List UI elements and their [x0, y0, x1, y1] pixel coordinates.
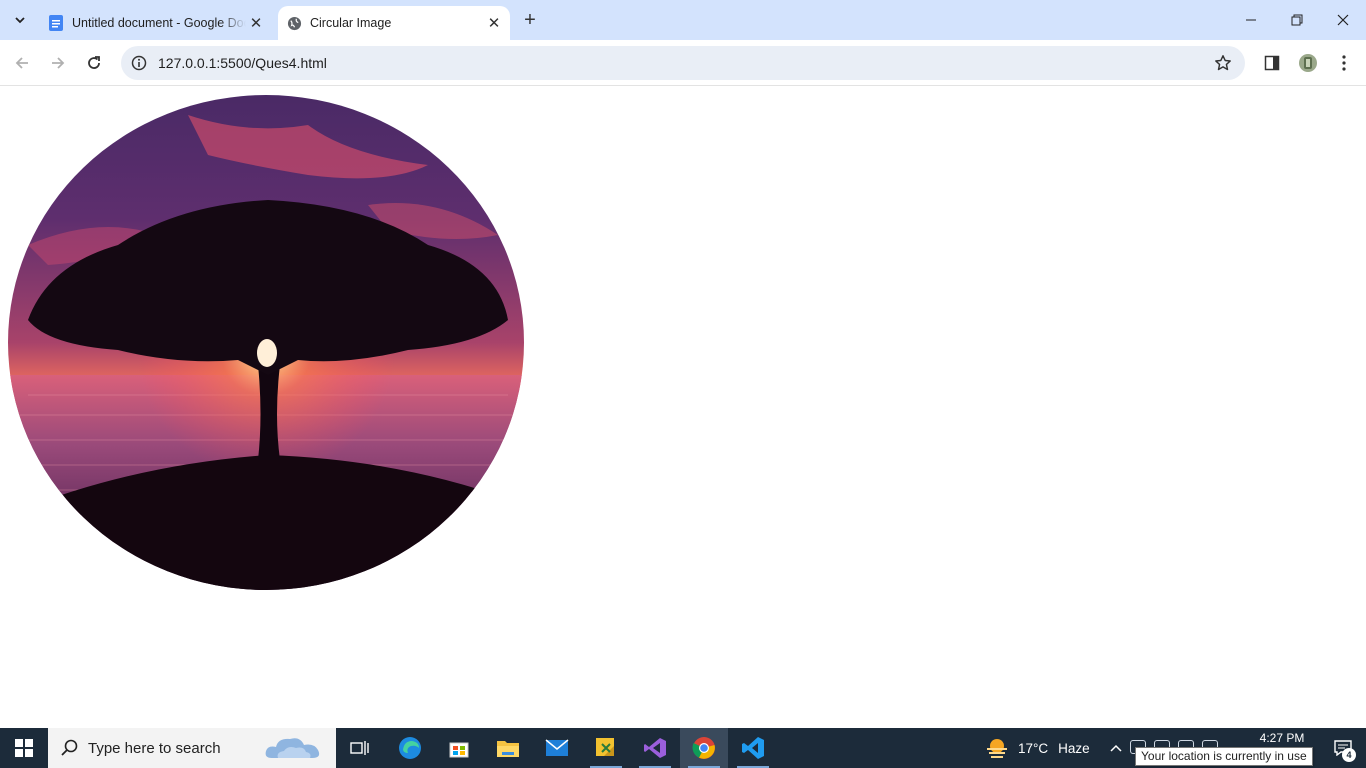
visual-studio-icon — [644, 738, 666, 758]
minimize-button[interactable] — [1228, 0, 1274, 40]
close-tab-icon[interactable]: ✕ — [484, 13, 504, 33]
tab-google-docs[interactable]: Untitled document - Google Docs ✕ — [40, 6, 272, 40]
close-window-button[interactable] — [1320, 0, 1366, 40]
reload-icon — [88, 56, 100, 69]
tab-title: Untitled document - Google Docs — [72, 16, 246, 30]
sticky-notes-icon — [596, 738, 614, 756]
minimize-icon — [1246, 19, 1256, 21]
start-button[interactable] — [0, 728, 48, 768]
side-panel-icon[interactable] — [1260, 51, 1284, 75]
taskbar-vscode[interactable] — [729, 728, 777, 768]
taskbar-clock[interactable]: 4:27 PM — [1252, 731, 1312, 745]
globe-icon — [286, 15, 302, 31]
back-button[interactable] — [8, 49, 36, 77]
browser-toolbar: 127.0.0.1:5500/Ques4.html — [0, 40, 1366, 86]
taskbar-sticky-app[interactable] — [582, 728, 630, 768]
folder-icon — [497, 741, 519, 757]
chrome-icon — [692, 737, 715, 759]
menu-kebab-icon[interactable] — [1332, 51, 1356, 75]
tab-strip: Untitled document - Google Docs ✕ Circul… — [0, 0, 1366, 40]
location-tooltip: Your location is currently in use — [1135, 747, 1313, 766]
weather-temp: 17°C — [1018, 740, 1049, 756]
tab-title: Circular Image — [310, 16, 392, 30]
restore-icon — [1291, 14, 1303, 26]
restore-button[interactable] — [1274, 0, 1320, 40]
page-content — [0, 87, 1366, 728]
taskbar-edge[interactable] — [386, 728, 434, 768]
reload-button[interactable] — [80, 49, 108, 77]
taskbar-chrome[interactable] — [680, 728, 728, 768]
search-placeholder: Type here to search — [88, 739, 221, 757]
bookmark-star-icon[interactable] — [1211, 51, 1235, 75]
taskbar-mail[interactable] — [533, 728, 581, 768]
taskbar-file-explorer[interactable] — [484, 728, 532, 768]
tab-search-button[interactable] — [6, 6, 34, 34]
weather-condition: Haze — [1058, 740, 1090, 756]
store-icon — [449, 742, 469, 758]
taskbar-store[interactable] — [435, 728, 483, 768]
search-icon — [61, 739, 78, 756]
clock-time: 4:27 PM — [1259, 731, 1305, 745]
action-center-button[interactable]: 4 — [1320, 728, 1366, 768]
notification-count-badge: 4 — [1342, 748, 1356, 762]
edge-icon — [399, 737, 421, 759]
profile-avatar[interactable] — [1296, 51, 1320, 75]
task-view-icon — [350, 741, 369, 755]
site-info-icon[interactable] — [129, 53, 149, 73]
new-tab-button[interactable]: + — [518, 8, 542, 32]
close-tab-icon[interactable]: ✕ — [246, 13, 266, 33]
tab-circular-image[interactable]: Circular Image ✕ — [278, 6, 510, 40]
show-hidden-icons-button[interactable] — [1106, 728, 1126, 768]
address-bar[interactable]: 127.0.0.1:5500/Ques4.html — [121, 46, 1245, 80]
arrow-left-icon — [15, 57, 28, 69]
url-text: 127.0.0.1:5500/Ques4.html — [158, 55, 327, 71]
chevron-down-icon — [15, 17, 25, 24]
chevron-up-icon — [1110, 744, 1122, 752]
taskbar-visual-studio[interactable] — [631, 728, 679, 768]
haze-sun-icon — [987, 739, 1007, 758]
docs-icon — [48, 15, 64, 31]
sunset-tree-image — [8, 95, 524, 590]
task-view-button[interactable] — [336, 728, 384, 768]
windows-logo-icon — [15, 739, 33, 757]
weather-widget[interactable]: 17°C Haze — [984, 728, 1090, 768]
cloud-icon — [265, 738, 320, 758]
close-icon — [1337, 14, 1349, 26]
arrow-right-icon — [52, 57, 65, 69]
vscode-icon — [742, 737, 764, 759]
forward-button[interactable] — [44, 49, 72, 77]
taskbar-search[interactable]: Type here to search — [48, 728, 336, 768]
mail-icon — [545, 739, 569, 756]
